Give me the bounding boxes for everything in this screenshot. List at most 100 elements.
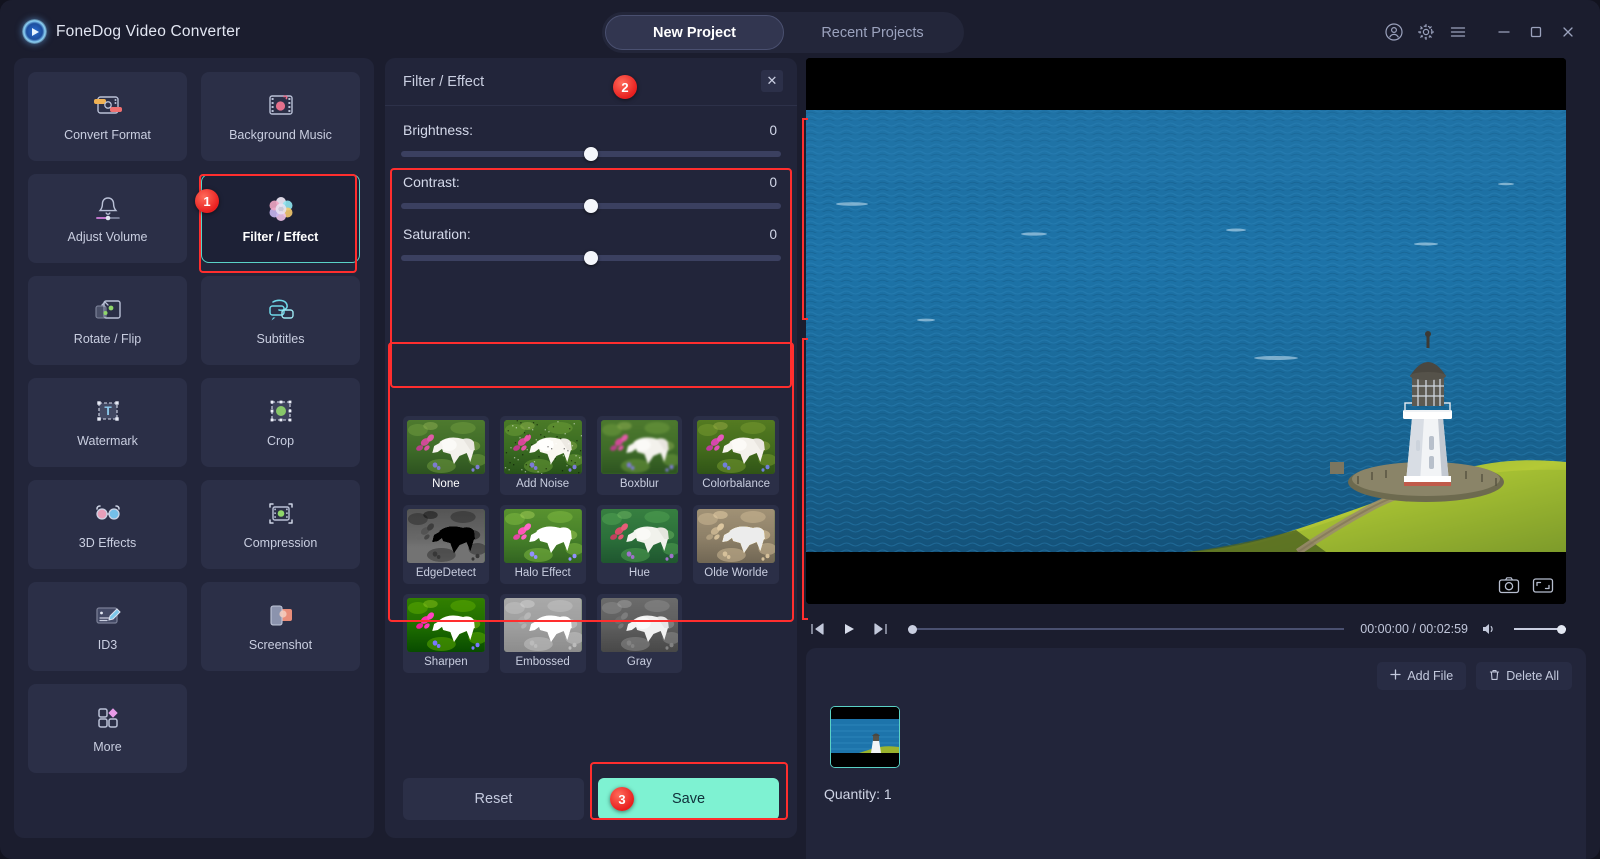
brand: FoneDog Video Converter bbox=[22, 19, 240, 44]
sidebar-tile-label: Rotate / Flip bbox=[74, 332, 141, 346]
tab-new-project[interactable]: New Project bbox=[605, 15, 784, 50]
app-title: FoneDog Video Converter bbox=[56, 23, 240, 41]
sidebar-tile-label: Watermark bbox=[77, 434, 138, 448]
filter-preview-thumbnail bbox=[407, 509, 485, 563]
transport-controls: 00:00:00 / 00:02:59 bbox=[806, 610, 1566, 648]
sidebar-tile-subtitles[interactable]: Subtitles bbox=[201, 276, 360, 365]
sidebar-tile-label: Screenshot bbox=[249, 638, 312, 652]
play-circle-logo-icon bbox=[22, 19, 47, 44]
brightness-slider-thumb[interactable] bbox=[584, 147, 598, 161]
sidebar-tile-adjust-volume[interactable]: Adjust Volume bbox=[28, 174, 187, 263]
filter-option-boxblur[interactable]: Boxblur bbox=[597, 416, 683, 495]
sidebar-tile-label: Convert Format bbox=[64, 128, 151, 142]
filter-option-none[interactable]: None bbox=[403, 416, 489, 495]
tools-grid: Convert Format Background Music Adjust V… bbox=[28, 72, 360, 773]
title-bar: FoneDog Video Converter New Project Rece… bbox=[0, 0, 1600, 62]
filter-option-olde-worlde[interactable]: Olde Worlde bbox=[693, 505, 779, 584]
filter-effect-panel: Filter / Effect 2 ✕ Brightness: 0 Contra… bbox=[385, 58, 797, 838]
previous-icon[interactable] bbox=[806, 618, 828, 640]
filter-option-halo-effect[interactable]: Halo Effect bbox=[500, 505, 586, 584]
filter-option-label: None bbox=[407, 474, 485, 495]
file-item[interactable] bbox=[830, 706, 900, 768]
add-file-label: Add File bbox=[1407, 669, 1453, 683]
gear-icon[interactable] bbox=[1410, 18, 1442, 46]
menu-icon[interactable] bbox=[1442, 18, 1474, 46]
video-frame bbox=[806, 58, 1566, 604]
compression-icon bbox=[264, 499, 298, 529]
sidebar-tile-label: Filter / Effect bbox=[243, 230, 319, 244]
sidebar-tile-crop[interactable]: Crop bbox=[201, 378, 360, 467]
sidebar-tile-label: Compression bbox=[244, 536, 318, 550]
sidebar-tile-3d-effects[interactable]: 3D Effects bbox=[28, 480, 187, 569]
file-list-panel: Add File Delete All bbox=[806, 648, 1586, 859]
timecode-display: 00:00:00 / 00:02:59 bbox=[1360, 622, 1468, 636]
brightness-slider-track[interactable] bbox=[401, 151, 781, 157]
camera-icon[interactable] bbox=[1496, 574, 1522, 596]
playhead-handle[interactable] bbox=[908, 625, 917, 634]
sidebar-tile-label: 3D Effects bbox=[79, 536, 136, 550]
sidebar-tile-filter-effect[interactable]: 1 Filter / Effect bbox=[201, 174, 360, 263]
next-icon[interactable] bbox=[870, 618, 892, 640]
filter-preview-thumbnail bbox=[601, 509, 679, 563]
sidebar-tile-background-music[interactable]: Background Music bbox=[201, 72, 360, 161]
tab-recent-projects[interactable]: Recent Projects bbox=[784, 15, 961, 50]
close-icon[interactable] bbox=[1552, 18, 1584, 46]
contrast-slider-thumb[interactable] bbox=[584, 199, 598, 213]
saturation-slider-track[interactable] bbox=[401, 255, 781, 261]
annotation-badge-3: 3 bbox=[610, 787, 634, 811]
app-window: FoneDog Video Converter New Project Rece… bbox=[0, 0, 1600, 859]
more-icon bbox=[91, 703, 125, 733]
filter-preview-thumbnail bbox=[504, 420, 582, 474]
filter-option-sharpen[interactable]: Sharpen bbox=[403, 594, 489, 673]
filter-option-label: Sharpen bbox=[407, 652, 485, 673]
minimize-icon[interactable] bbox=[1488, 18, 1520, 46]
subtitles-icon bbox=[264, 295, 298, 325]
tools-sidebar: Convert Format Background Music Adjust V… bbox=[14, 58, 374, 838]
playback-progress-bar[interactable] bbox=[908, 628, 1344, 630]
sidebar-tile-rotate-flip[interactable]: Rotate / Flip bbox=[28, 276, 187, 365]
reset-button[interactable]: Reset bbox=[403, 778, 584, 820]
saturation-slider-thumb[interactable] bbox=[584, 251, 598, 265]
filter-preview-thumbnail bbox=[504, 598, 582, 652]
contrast-slider-track[interactable] bbox=[401, 203, 781, 209]
fullscreen-icon[interactable] bbox=[1530, 574, 1556, 596]
account-icon[interactable] bbox=[1378, 18, 1410, 46]
rotate-flip-icon bbox=[91, 295, 125, 325]
sidebar-tile-convert-format[interactable]: Convert Format bbox=[28, 72, 187, 161]
sidebar-tile-id3[interactable]: ID3 bbox=[28, 582, 187, 671]
play-icon[interactable] bbox=[838, 618, 860, 640]
slider-label: Brightness: bbox=[403, 122, 473, 138]
sidebar-tile-compression[interactable]: Compression bbox=[201, 480, 360, 569]
filter-option-embossed[interactable]: Embossed bbox=[500, 594, 586, 673]
filter-preview-thumbnail bbox=[504, 509, 582, 563]
volume-icon[interactable] bbox=[1478, 618, 1500, 640]
slider-value: 0 bbox=[769, 123, 777, 138]
delete-all-label: Delete All bbox=[1506, 669, 1559, 683]
close-icon[interactable]: ✕ bbox=[761, 70, 783, 92]
filter-option-hue[interactable]: Hue bbox=[597, 505, 683, 584]
delete-all-button[interactable]: Delete All bbox=[1476, 662, 1572, 690]
save-button[interactable]: 3 Save bbox=[598, 778, 779, 820]
crop-icon bbox=[264, 397, 298, 427]
video-preview[interactable] bbox=[806, 58, 1566, 604]
filter-option-add-noise[interactable]: Add Noise bbox=[500, 416, 586, 495]
maximize-icon[interactable] bbox=[1520, 18, 1552, 46]
annotation-badge-1: 1 bbox=[195, 189, 219, 213]
add-file-button[interactable]: Add File bbox=[1377, 662, 1466, 690]
filter-option-label: Add Noise bbox=[504, 474, 582, 495]
panel-action-buttons: Reset 3 Save bbox=[385, 778, 797, 820]
sidebar-tile-watermark[interactable]: T Watermark bbox=[28, 378, 187, 467]
filter-option-gray[interactable]: Gray bbox=[597, 594, 683, 673]
file-thumbnail[interactable] bbox=[830, 706, 900, 768]
sidebar-tile-screenshot[interactable]: Screenshot bbox=[201, 582, 360, 671]
sidebar-tile-more[interactable]: More bbox=[28, 684, 187, 773]
quantity-label: Quantity: 1 bbox=[824, 786, 892, 802]
screenshot-icon bbox=[264, 601, 298, 631]
preview-buttons bbox=[1496, 574, 1556, 596]
filter-option-label: Colorbalance bbox=[697, 474, 775, 495]
volume-knob[interactable] bbox=[1557, 625, 1566, 634]
adjust-volume-icon bbox=[91, 193, 125, 223]
volume-slider[interactable] bbox=[1514, 628, 1566, 630]
filter-option-colorbalance[interactable]: Colorbalance bbox=[693, 416, 779, 495]
filter-option-edgedetect[interactable]: EdgeDetect bbox=[403, 505, 489, 584]
